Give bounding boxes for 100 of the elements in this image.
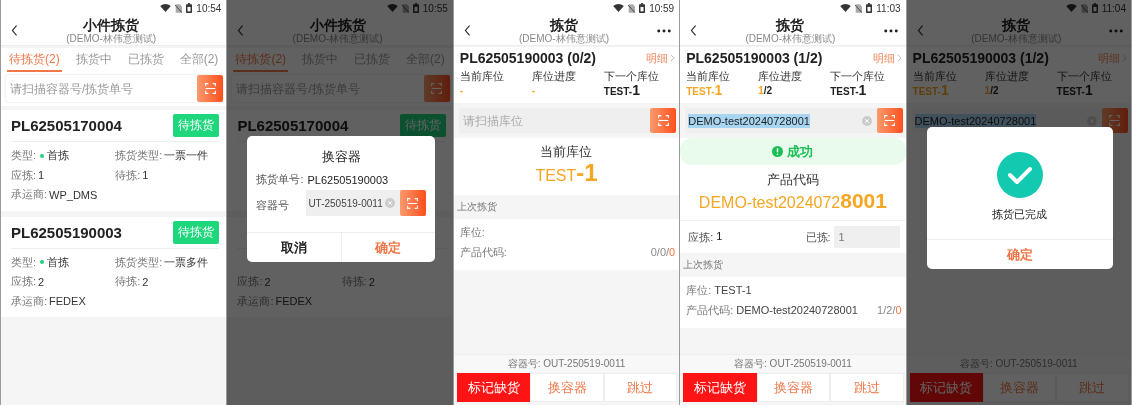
info-label: 当前库位 — [912, 70, 958, 83]
container-field[interactable]: UT-250519-0011 — [306, 190, 426, 216]
section-label: 当前库位 — [539, 143, 594, 160]
pick-count: 0/0/0 — [650, 246, 676, 258]
info-value: TEST-1 — [686, 83, 724, 99]
field-value: 首拣 — [47, 254, 70, 270]
info-label: 当前库位 — [686, 70, 732, 83]
info-value: - — [531, 84, 537, 98]
info-label: 库位进度 — [531, 70, 577, 83]
field-label: 已拣: — [805, 229, 831, 245]
order-number: PL62505170004 — [11, 117, 122, 134]
confirm-button[interactable]: 确定 — [926, 240, 1113, 269]
page-title: 拣货 — [1002, 17, 1031, 33]
order-card[interactable]: PL62505190003 待拣货 类型: 首拣 拣货类型: 一票多件 应拣: 2 待拣: 2 承运商: FEDEX — [1, 216, 227, 317]
info-label: 库位进度 — [758, 70, 804, 83]
field-label: 产品代码: — [686, 302, 734, 318]
cancel-button[interactable]: 取消 — [247, 233, 341, 262]
section-title: 上次拣货 — [455, 200, 498, 214]
dialog-title: 换容器 — [321, 148, 361, 166]
field-label: 拣货单号: — [256, 172, 304, 187]
field-label: 应拣: — [11, 167, 37, 183]
order-card[interactable]: PL62505170004 待拣货 类型: 首拣 拣货类型: 一票一件 应拣: 1 待拣: 1 承运商: WP_DMS — [1, 110, 227, 211]
status-time: 10:55 — [422, 2, 448, 14]
field-value: 2 — [142, 275, 149, 288]
field-value: DEMO-test20240728001 — [736, 304, 858, 316]
container-number: 容器号: OUT-250519-0011 — [680, 354, 906, 372]
container-input[interactable]: UT-250519-0011 — [306, 197, 385, 209]
order-title: PL62505190003 (0/2) — [459, 50, 596, 66]
field-label: 库位: — [459, 224, 485, 240]
page-title: 拣货 — [776, 17, 805, 33]
field-value: 2 — [264, 275, 271, 288]
detail-link[interactable]: 明细 — [646, 50, 676, 66]
tab[interactable]: 全部(2) — [177, 48, 221, 72]
action-button[interactable]: 跳过 — [603, 373, 678, 402]
field-label: 类型: — [11, 148, 37, 164]
tab[interactable]: 已拣货 — [125, 48, 166, 72]
info-value: - — [459, 84, 465, 98]
field-label: 应拣: — [688, 229, 714, 245]
action-button[interactable]: 跳过 — [830, 373, 904, 402]
action-button[interactable]: 换容器 — [756, 373, 831, 402]
action-button[interactable]: 标记缺货 — [456, 373, 531, 402]
success-text: 成功 — [787, 142, 814, 161]
field-value: TEST-1 — [714, 284, 752, 296]
info-label: 当前库位 — [459, 70, 505, 83]
status-time: 11:04 — [1101, 2, 1126, 14]
status-badge: 待拣货 — [173, 220, 220, 244]
status-badge: 待拣货 — [399, 114, 446, 137]
field-value: 2 — [38, 275, 45, 288]
order-number: PL62505170004 — [237, 117, 349, 134]
action-button[interactable]: 标记缺货 — [683, 373, 757, 402]
info-value: TEST-1 — [1056, 83, 1094, 99]
status-badge: 待拣货 — [173, 114, 220, 137]
info-label: 库位进度 — [984, 70, 1030, 83]
info-value: TEST-1 — [912, 83, 950, 99]
tab[interactable]: 拣货中 — [73, 48, 114, 72]
field-value: 一票一件 — [164, 148, 209, 164]
action-button[interactable]: 换容器 — [982, 373, 1056, 402]
field-value: WP_DMS — [49, 188, 98, 201]
quantity-field[interactable]: 1 — [833, 226, 900, 248]
field-label: 应拣: — [11, 274, 37, 290]
status-time: 10:59 — [649, 2, 675, 14]
field-label: 容器号 — [256, 197, 291, 213]
page-title: 拣货 — [550, 17, 578, 33]
field-value: 1 — [716, 229, 723, 244]
field-value: PL62505190003 — [307, 173, 389, 186]
info-value: 1/2 — [984, 84, 1000, 98]
input-text: DEMO-test20240728001 — [688, 113, 810, 128]
field-value: 首拣 — [47, 148, 70, 164]
field-value: 2 — [368, 275, 375, 288]
field-value: 一票多件 — [164, 254, 209, 270]
field-label: 类型: — [11, 254, 37, 270]
confirm-button[interactable]: 确定 — [340, 233, 435, 262]
field-label: 承运商: — [11, 187, 48, 203]
scan-field[interactable]: 请扫描库位 — [458, 108, 677, 133]
dialog-message: 拣货已完成 — [992, 207, 1048, 222]
order-title: PL62505190003 (1/2) — [912, 50, 1049, 66]
field-label: 拣货类型: — [115, 254, 163, 270]
field-label: 待拣: — [115, 274, 141, 290]
location-code: TEST-1 — [534, 160, 599, 188]
order-number: PL62505190003 — [11, 223, 122, 241]
input-text: DEMO-test20240728001 — [914, 113, 1037, 128]
field-label: 拣货类型: — [115, 148, 163, 164]
field-label: 库位: — [686, 282, 712, 298]
detail-link[interactable]: 明细 — [872, 50, 902, 66]
field-value: 1 — [38, 169, 45, 182]
action-button[interactable]: 跳过 — [1055, 373, 1129, 402]
container-number: 容器号: OUT-250519-0011 — [453, 354, 680, 372]
page-subtitle: (DEMO-林伟意测试) — [66, 33, 157, 44]
page-subtitle: (DEMO-林伟意测试) — [745, 33, 836, 44]
scan-input[interactable]: 请扫描库位 — [458, 113, 651, 128]
order-title: PL62505190003 (1/2) — [686, 50, 823, 66]
action-button[interactable]: 标记缺货 — [909, 373, 983, 402]
action-button[interactable]: 换容器 — [530, 373, 604, 402]
section-title: 上次拣货 — [682, 258, 725, 272]
section-label: 产品代码 — [765, 171, 820, 188]
field-label: 产品代码: — [459, 244, 507, 260]
page-title: 小件拣货 — [309, 17, 366, 33]
field-value: FEDEX — [275, 295, 313, 308]
field-label: 待拣: — [115, 167, 141, 183]
info-value: TEST-1 — [603, 83, 641, 99]
